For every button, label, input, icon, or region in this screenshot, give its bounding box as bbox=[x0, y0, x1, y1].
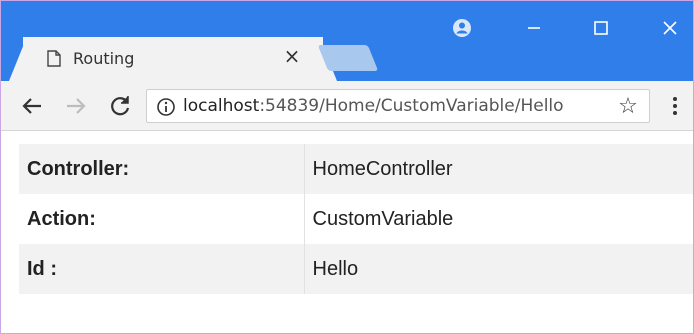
url-path: :54839/Home/CustomVariable/Hello bbox=[259, 96, 564, 116]
back-arrow-icon[interactable] bbox=[17, 91, 47, 121]
table-row: Controller: HomeController bbox=[19, 144, 693, 194]
new-tab-button[interactable] bbox=[317, 45, 379, 71]
reload-icon[interactable] bbox=[105, 91, 135, 121]
kebab-menu-icon[interactable] bbox=[665, 91, 685, 121]
browser-tab[interactable]: Routing × bbox=[23, 37, 323, 81]
close-icon[interactable]: × bbox=[281, 45, 303, 67]
maximize-icon[interactable] bbox=[586, 13, 616, 43]
row-value: HomeController bbox=[304, 144, 693, 194]
window-close-icon[interactable] bbox=[655, 13, 685, 43]
table-row: Action: CustomVariable bbox=[19, 194, 693, 244]
account-icon[interactable] bbox=[447, 13, 477, 43]
info-icon[interactable] bbox=[156, 97, 176, 117]
row-label: Controller: bbox=[19, 144, 305, 194]
forward-arrow-icon[interactable] bbox=[61, 91, 91, 121]
table-row: Id : Hello bbox=[19, 244, 693, 294]
document-icon bbox=[47, 50, 61, 67]
minimize-icon[interactable] bbox=[519, 13, 549, 43]
page-content: Controller: HomeController Action: Custo… bbox=[1, 132, 693, 333]
row-value: CustomVariable bbox=[304, 194, 693, 244]
row-label: Action: bbox=[19, 194, 305, 244]
address-bar[interactable]: localhost:54839/Home/CustomVariable/Hell… bbox=[146, 89, 650, 123]
browser-toolbar: localhost:54839/Home/CustomVariable/Hell… bbox=[1, 81, 693, 131]
browser-window: Routing × localhost:54839/Home/CustomVar… bbox=[0, 0, 694, 334]
row-label: Id : bbox=[19, 244, 305, 294]
url-host: localhost bbox=[183, 96, 260, 116]
row-value: Hello bbox=[304, 244, 693, 294]
star-icon[interactable]: ☆ bbox=[615, 94, 641, 120]
url-text: localhost:54839/Home/CustomVariable/Hell… bbox=[183, 96, 564, 116]
tab-title: Routing bbox=[73, 49, 135, 68]
routing-info-table: Controller: HomeController Action: Custo… bbox=[19, 144, 693, 294]
title-bar: Routing × bbox=[1, 1, 693, 81]
